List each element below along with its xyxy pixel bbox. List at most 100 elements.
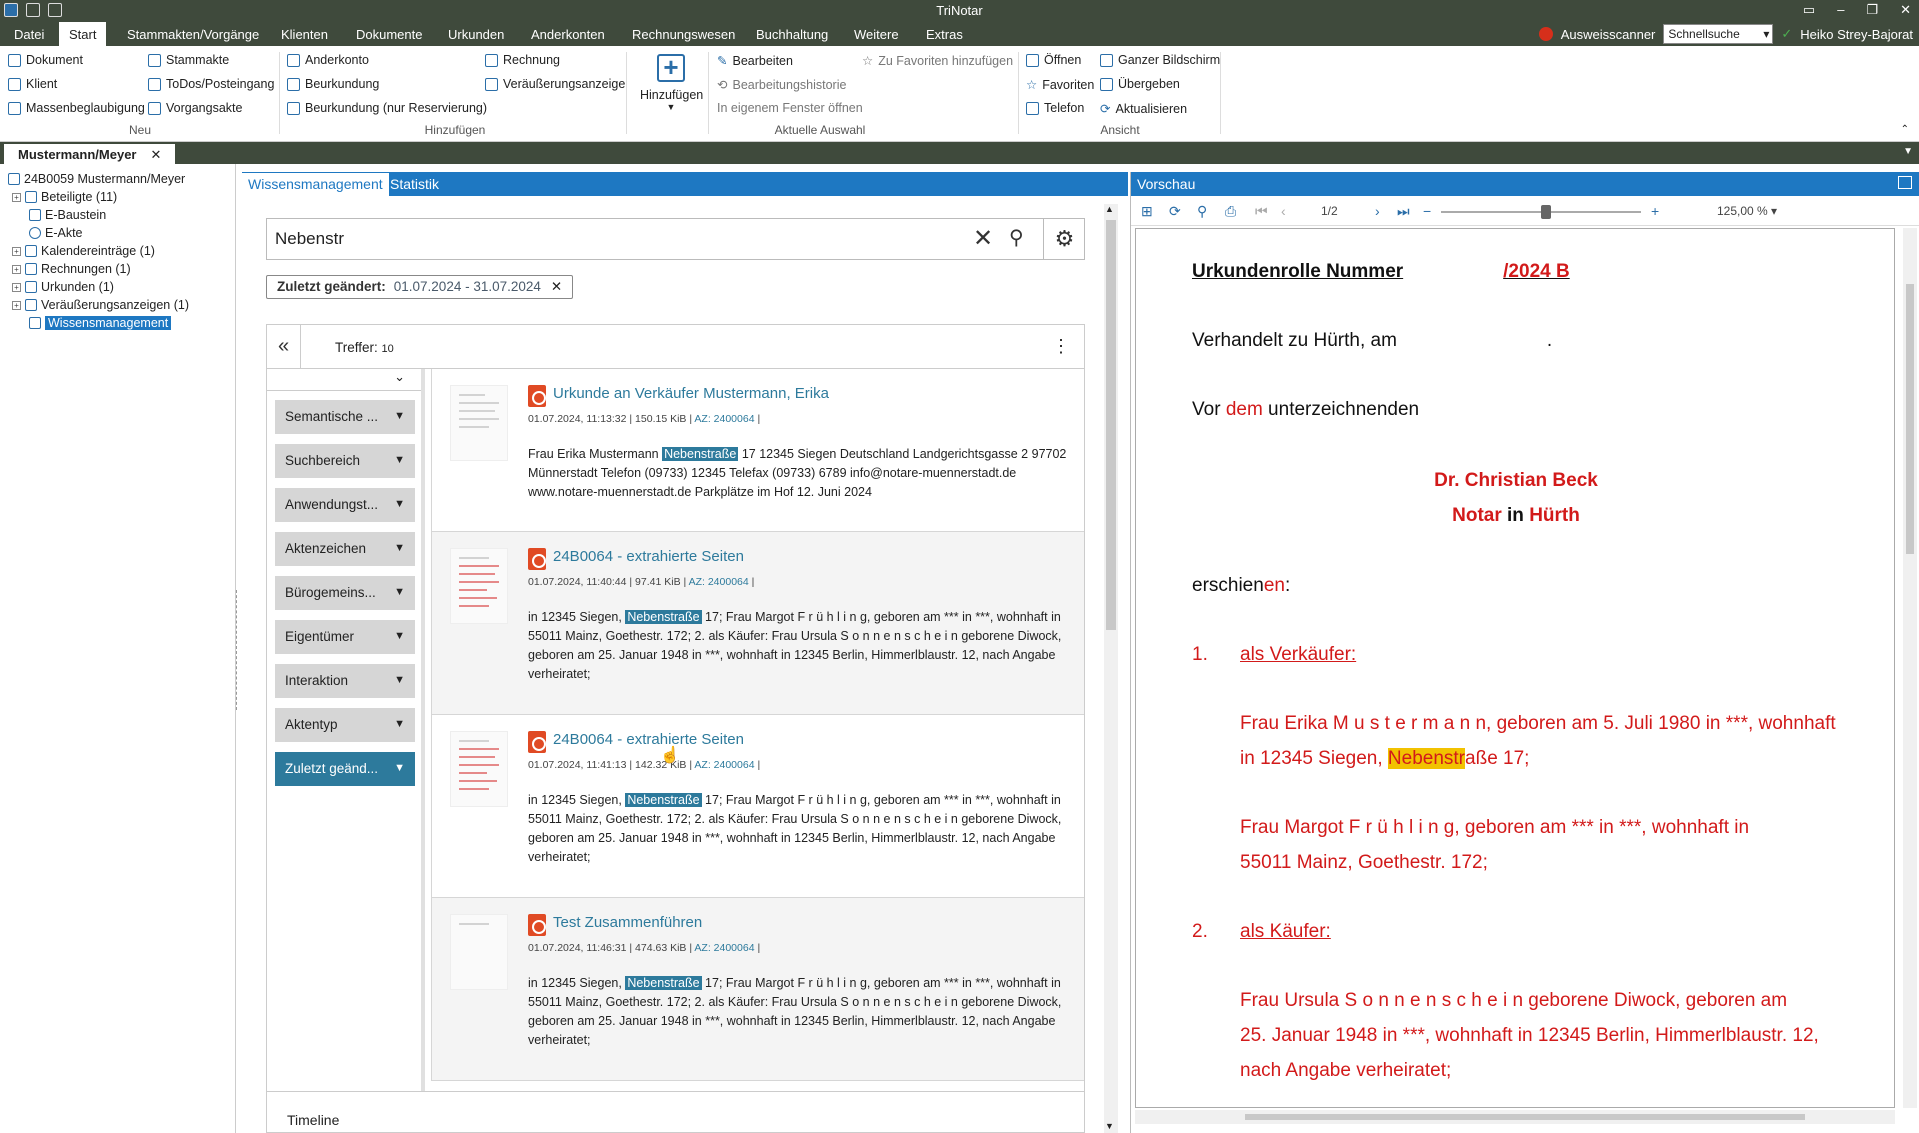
tab-wissensmanagement[interactable]: Wissensmanagement	[242, 173, 389, 196]
menu-dokumente[interactable]: Dokumente	[356, 27, 422, 42]
hinzufuegen-big-button[interactable]: + Hinzufügen ▼	[640, 51, 703, 121]
zoom-in-icon[interactable]: +	[1651, 203, 1659, 219]
timeline-label[interactable]: Timeline	[267, 1091, 1084, 1133]
menu-start[interactable]: Start	[59, 22, 107, 46]
scrollbar-thumb[interactable]	[1245, 1114, 1805, 1120]
add-beurkundung-button[interactable]: Beurkundung	[287, 77, 379, 91]
menu-klienten[interactable]: Klienten	[281, 27, 328, 42]
ribbon-display-icon[interactable]: ▭	[1803, 2, 1815, 18]
result-item[interactable]: 24B0064 - extrahierte Seiten 01.07.2024,…	[431, 715, 1084, 898]
result-title[interactable]: 24B0064 - extrahierte Seiten	[553, 548, 744, 565]
print-icon[interactable]: ⎙	[1225, 203, 1236, 220]
facet-aktenzeichen[interactable]: Aktenzeichen ▼	[275, 532, 415, 566]
search-icon[interactable]: ⚲	[1009, 225, 1024, 250]
expand-icon[interactable]: +	[12, 192, 21, 202]
zoom-slider-handle[interactable]	[1541, 205, 1551, 219]
expand-icon[interactable]: +	[12, 264, 21, 274]
splitter-handle[interactable]	[236, 590, 239, 710]
zoom-search-icon[interactable]: ⚲	[1197, 203, 1207, 220]
gear-icon[interactable]: ⚙	[1043, 219, 1085, 259]
collapse-ribbon-icon[interactable]: ⌃	[1901, 124, 1909, 135]
menu-buchhaltung[interactable]: Buchhaltung	[756, 27, 828, 42]
result-item[interactable]: 24B0064 - extrahierte Seiten 01.07.2024,…	[431, 532, 1084, 715]
maximize-icon[interactable]	[1898, 176, 1912, 189]
new-massenbeglaubigung-button[interactable]: Massenbeglaubigung	[8, 101, 145, 115]
zoom-out-icon[interactable]: −	[1423, 203, 1431, 219]
facet-eigentuemer[interactable]: Eigentümer ▼	[275, 620, 415, 654]
new-dokument-button[interactable]: Dokument	[8, 53, 83, 67]
expand-icon[interactable]: +	[12, 246, 21, 256]
scrollbar-thumb[interactable]	[1106, 220, 1116, 630]
filter-chip[interactable]: Zuletzt geändert: 01.07.2024 - 31.07.2024…	[266, 275, 574, 299]
collapse-facets-icon[interactable]: «	[267, 325, 301, 369]
facet-interaktion[interactable]: Interaktion ▼	[275, 664, 415, 698]
close-icon[interactable]: ✕	[1900, 2, 1911, 18]
result-title[interactable]: Urkunde an Verkäufer Mustermann, Erika	[553, 385, 829, 402]
az-link[interactable]: AZ: 2400064	[694, 759, 754, 771]
facet-suchbereich[interactable]: Suchbereich ▼	[275, 444, 415, 478]
minimize-icon[interactable]: –	[1837, 2, 1844, 18]
tree-node-wissensmanagement[interactable]: Wissensmanagement	[29, 316, 172, 330]
oeffnen-button[interactable]: Öffnen	[1026, 53, 1081, 67]
az-link[interactable]: AZ: 2400064	[694, 413, 754, 425]
restore-icon[interactable]: ❐	[1866, 2, 1878, 18]
aktualisieren-button[interactable]: ⟳ Aktualisieren	[1100, 101, 1187, 117]
result-item[interactable]: Test Zusammenführen 01.07.2024, 11:46:31…	[431, 898, 1084, 1081]
result-title[interactable]: Test Zusammenführen	[553, 914, 702, 931]
new-todos-button[interactable]: ToDos/Posteingang	[148, 77, 274, 91]
add-anderkonto-button[interactable]: Anderkonto	[287, 53, 369, 67]
preview-horizontal-scrollbar[interactable]	[1135, 1110, 1895, 1124]
menu-stammakten[interactable]: Stammakten/Vorgänge	[127, 27, 259, 42]
menu-urkunden[interactable]: Urkunden	[448, 27, 504, 42]
menu-rechnungswesen[interactable]: Rechnungswesen	[632, 27, 735, 42]
facet-buerogemeinschaft[interactable]: Bürogemeins... ▼	[275, 576, 415, 610]
tree-node-eakte[interactable]: E-Akte	[29, 226, 83, 240]
document-tab[interactable]: Mustermann/Meyer ✕	[4, 144, 176, 164]
zoom-level[interactable]: 125,00 % ▾	[1717, 204, 1777, 218]
scroll-up-icon[interactable]: ▲	[1105, 204, 1114, 214]
add-rechnung-button[interactable]: Rechnung	[485, 53, 560, 67]
quicksearch-dropdown[interactable]: Schnellsuche	[1663, 24, 1774, 44]
ganzer-bildschirm-button[interactable]: Ganzer Bildschirm	[1100, 53, 1220, 67]
add-favorite-button[interactable]: ☆ Zu Favoriten hinzufügen	[862, 53, 1013, 69]
eigenes-fenster-button[interactable]: In eigenem Fenster öffnen	[717, 101, 863, 115]
tree-node-urkunden[interactable]: + Urkunden (1)	[12, 280, 114, 294]
uebergeben-button[interactable]: Übergeben	[1100, 77, 1180, 91]
tree-node-veraeusserung[interactable]: + Veräußerungsanzeigen (1)	[12, 298, 189, 312]
menu-anderkonten[interactable]: Anderkonten	[531, 27, 605, 42]
last-page-icon[interactable]: ⏭	[1397, 203, 1410, 220]
results-scrollbar[interactable]: ▲ ▼	[1104, 204, 1118, 1133]
tree-node-root[interactable]: 24B0059 Mustermann/Meyer	[8, 172, 185, 186]
fit-page-icon[interactable]: ⊞	[1141, 203, 1153, 220]
scanner-label[interactable]: Ausweisscanner	[1561, 27, 1656, 42]
tab-statistik[interactable]: Statistik	[390, 176, 439, 192]
add-beurkundung-reservierung-button[interactable]: Beurkundung (nur Reservierung)	[287, 101, 487, 115]
tree-node-beteiligte[interactable]: + Beteiligte (11)	[12, 190, 117, 204]
scroll-down-icon[interactable]: ▼	[1105, 1121, 1114, 1131]
menu-datei[interactable]: Datei	[14, 27, 44, 42]
tree-node-rechnungen[interactable]: + Rechnungen (1)	[12, 262, 131, 276]
search-input[interactable]	[275, 227, 875, 251]
favoriten-button[interactable]: ☆ Favoriten	[1026, 77, 1094, 93]
facets-collapse[interactable]: ⌄	[267, 369, 421, 391]
facet-aktentyp[interactable]: Aktentyp ▼	[275, 708, 415, 742]
preview-vertical-scrollbar[interactable]	[1903, 228, 1917, 1108]
clear-icon[interactable]: ✕	[973, 224, 993, 253]
menu-extras[interactable]: Extras	[926, 27, 963, 42]
tree-node-ebaustein[interactable]: E-Baustein	[29, 208, 106, 222]
facet-semantisch[interactable]: Semantische ... ▼	[275, 400, 415, 434]
page-indicator[interactable]: 1/2	[1321, 204, 1338, 218]
az-link[interactable]: AZ: 2400064	[689, 576, 749, 588]
first-page-icon[interactable]: ⏮	[1255, 203, 1268, 220]
new-vorgangsakte-button[interactable]: Vorgangsakte	[148, 101, 242, 115]
new-klient-button[interactable]: Klient	[8, 77, 57, 91]
more-options-icon[interactable]: ⋮	[1052, 336, 1070, 357]
expand-icon[interactable]: +	[12, 282, 21, 292]
az-link[interactable]: AZ: 2400064	[694, 942, 754, 954]
facet-zuletzt-geaendert[interactable]: Zuletzt geänd... ▼	[275, 752, 415, 786]
result-title[interactable]: 24B0064 - extrahierte Seiten	[553, 731, 744, 748]
prev-page-icon[interactable]: ‹	[1281, 203, 1286, 219]
tab-list-icon[interactable]: ▼	[1903, 146, 1913, 157]
facet-anwendungstyp[interactable]: Anwendungst... ▼	[275, 488, 415, 522]
next-page-icon[interactable]: ›	[1375, 203, 1380, 219]
